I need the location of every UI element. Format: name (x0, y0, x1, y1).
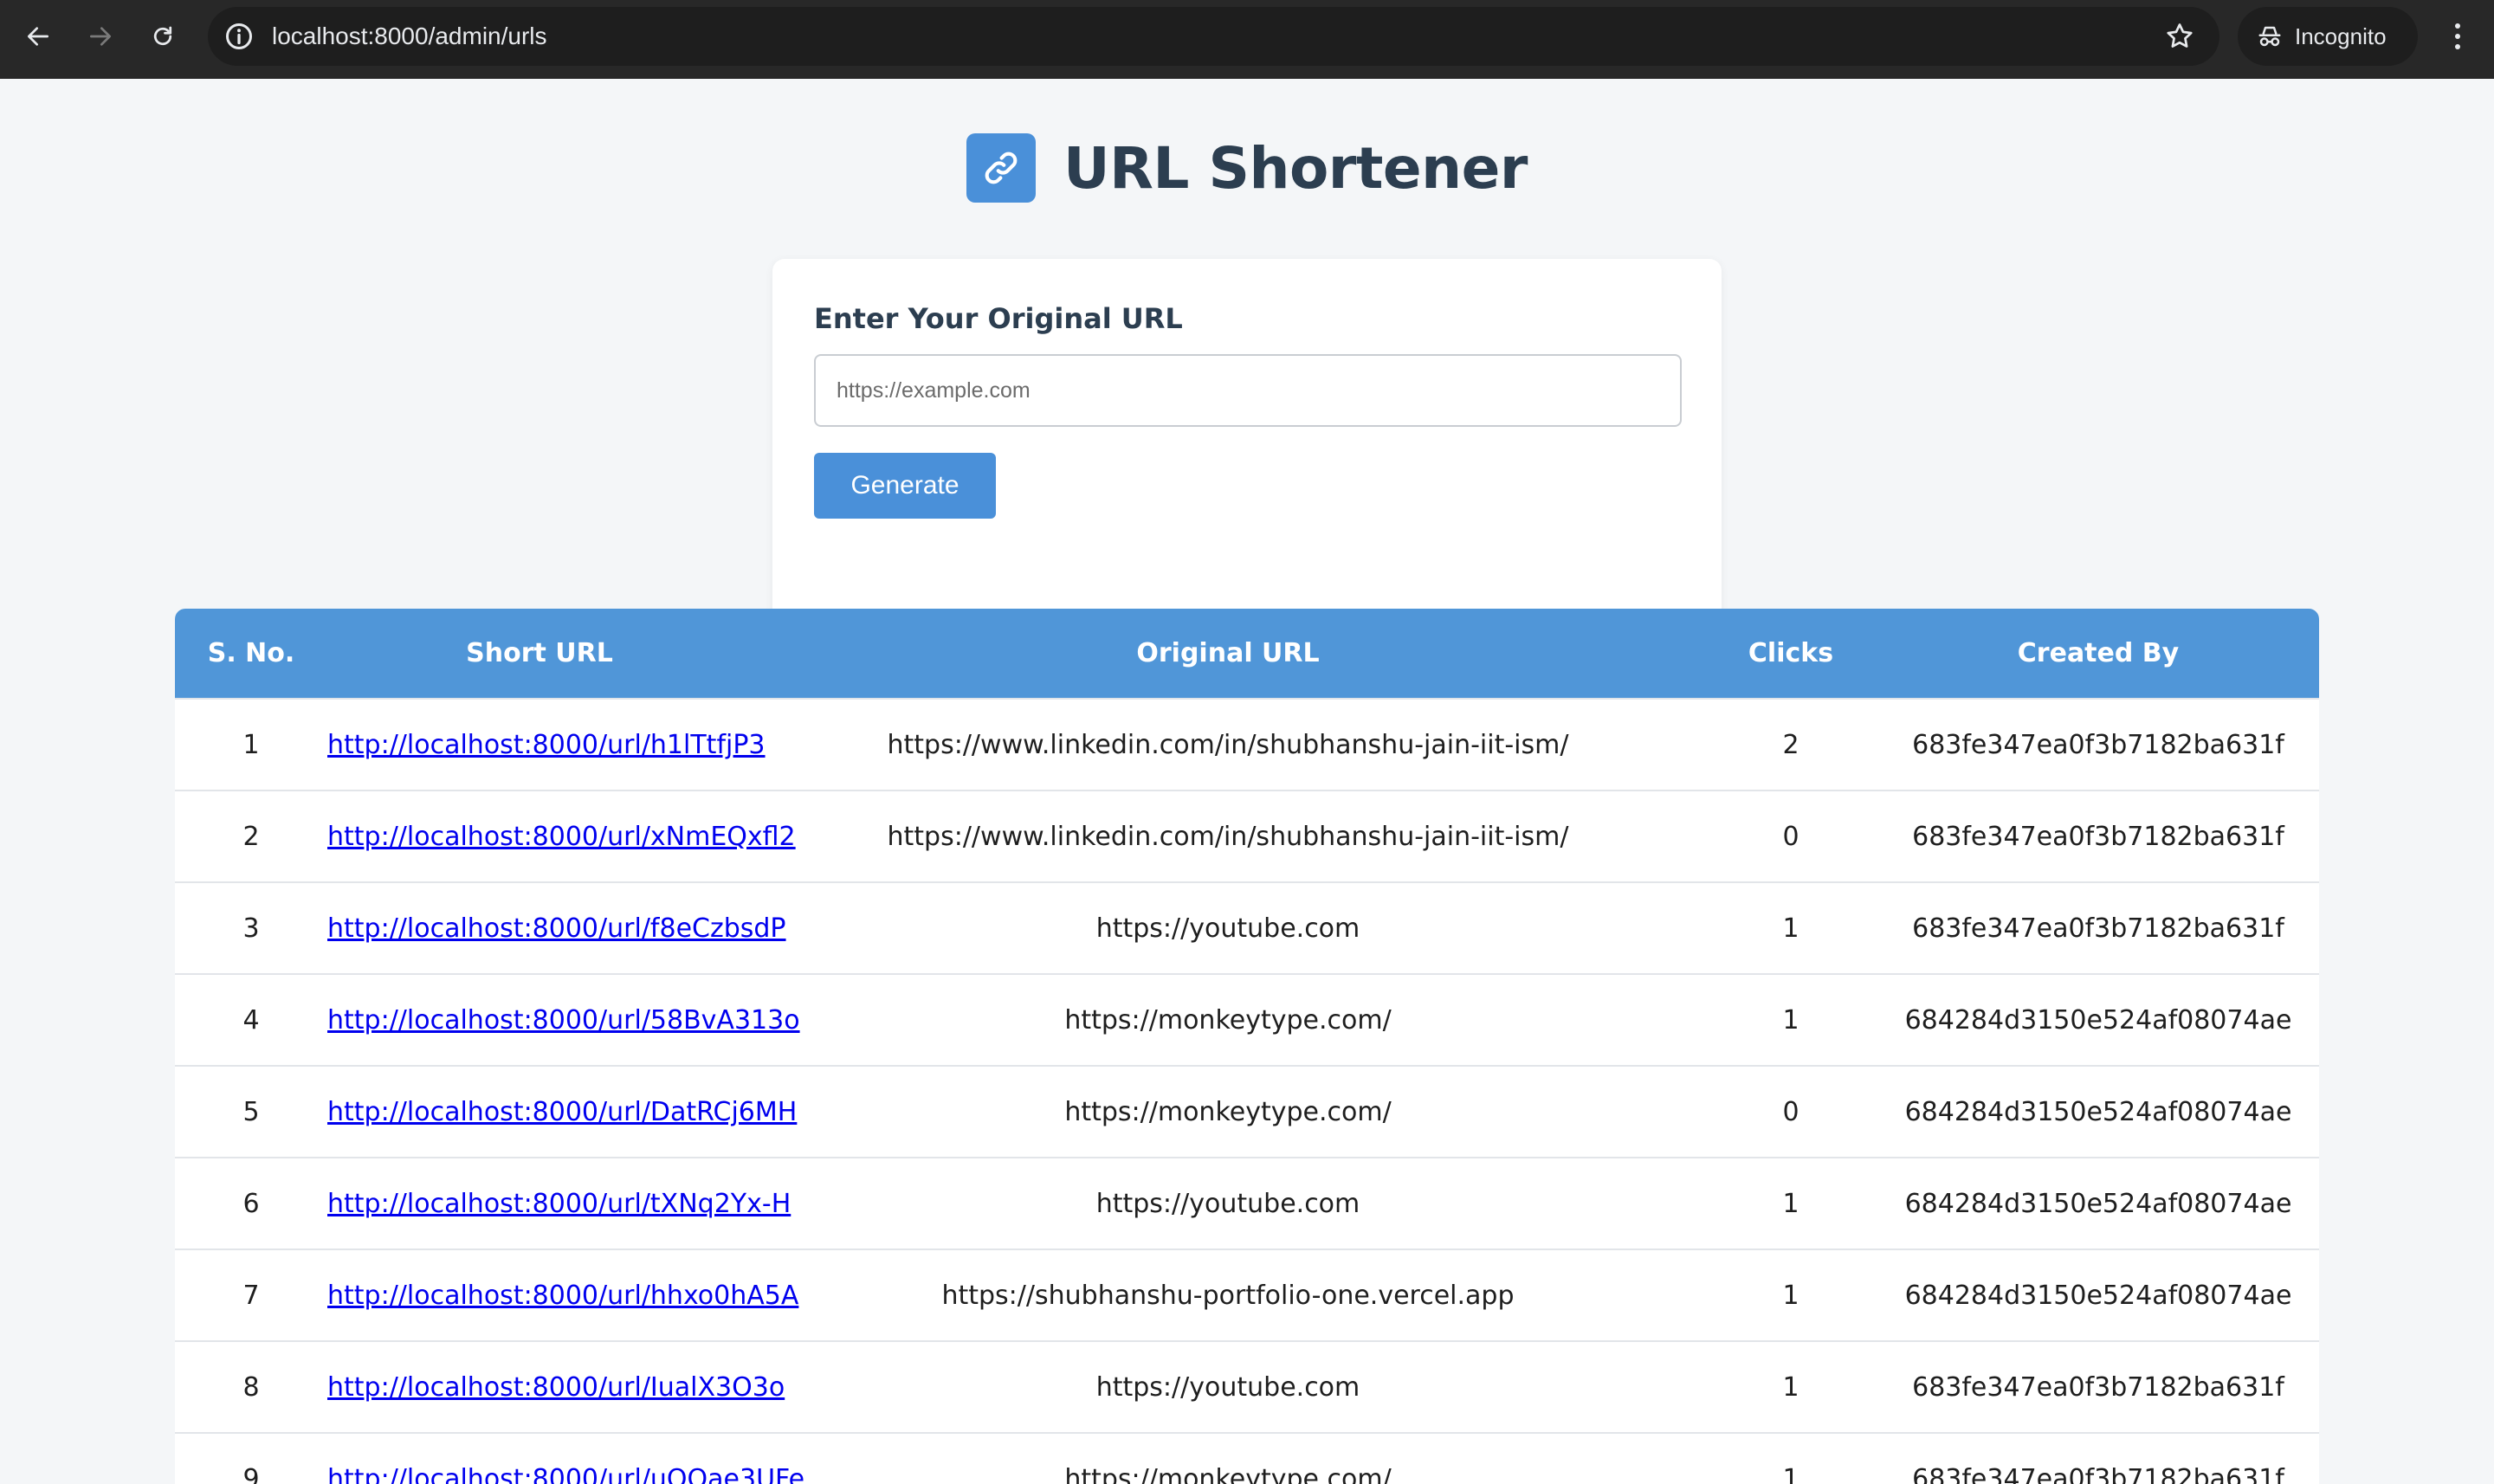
header-short-url: Short URL (327, 609, 752, 699)
logo (966, 133, 1036, 203)
cell-clicks: 0 (1704, 790, 1877, 882)
cell-short-url: http://localhost:8000/url/hhxo0hA5A (327, 1248, 798, 1341)
short-url-link[interactable]: http://localhost:8000/url/DatRCj6MH (327, 1097, 797, 1127)
info-icon[interactable] (223, 21, 255, 52)
short-url-link[interactable]: http://localhost:8000/url/xNmEQxfl2 (327, 822, 796, 852)
table-row: 6 http://localhost:8000/url/tXNq2Yx-H http… (175, 1157, 2319, 1249)
cell-short-url: http://localhost:8000/url/58BvA313o (327, 973, 800, 1066)
cell-original-url: https://monkeytype.com/ (752, 1432, 1704, 1484)
cell-original-url: https://shubhanshu-portfolio-one.vercel.… (752, 1248, 1704, 1341)
header-created-by: Created By (1877, 609, 2319, 699)
cell-original-url: https://www.linkedin.com/in/shubhanshu-j… (752, 790, 1704, 882)
cell-sno: 8 (175, 1340, 327, 1433)
star-icon[interactable] (2164, 21, 2195, 52)
table-row: 3 http://localhost:8000/url/f8eCzbsdP http… (175, 881, 2319, 974)
page-content: URL Shortener Enter Your Original URL Ge… (0, 79, 2494, 1484)
table-header-row: S. No. Short URL Original URL Clicks Created… (175, 609, 2319, 699)
back-button[interactable] (17, 16, 59, 57)
table-row: 2 http://localhost:8000/url/xNmEQxfl2 http… (175, 790, 2319, 882)
cell-short-url: http://localhost:8000/url/h1lTtfjP3 (327, 698, 766, 790)
cell-sno: 5 (175, 1065, 327, 1158)
short-url-link[interactable]: http://localhost:8000/url/hhxo0hA5A (327, 1281, 798, 1311)
cell-created-by: 684284d3150e524af08074ae (1877, 973, 2319, 1066)
browser-toolbar: localhost:8000/admin/urls Incognito (0, 0, 2494, 79)
reload-button[interactable] (142, 16, 184, 57)
cell-sno: 9 (175, 1432, 327, 1484)
header-clicks: Clicks (1704, 609, 1877, 699)
cell-original-url: https://monkeytype.com/ (752, 1065, 1704, 1158)
cell-created-by: 683fe347ea0f3b7182ba631f (1877, 1340, 2319, 1433)
cell-clicks: 2 (1704, 698, 1877, 790)
header-sno: S. No. (175, 609, 327, 699)
cell-sno: 1 (175, 698, 327, 790)
generate-button[interactable]: Generate (814, 453, 996, 519)
address-url[interactable]: localhost:8000/admin/urls (272, 7, 547, 66)
cell-short-url: http://localhost:8000/url/tXNq2Yx-H (327, 1157, 791, 1249)
cell-created-by: 683fe347ea0f3b7182ba631f (1877, 1432, 2319, 1484)
page-header: URL Shortener (0, 132, 2494, 203)
cell-created-by: 684284d3150e524af08074ae (1877, 1065, 2319, 1158)
link-icon (985, 152, 1018, 184)
short-url-link[interactable]: http://localhost:8000/url/h1lTtfjP3 (327, 730, 766, 760)
cell-original-url: https://www.linkedin.com/in/shubhanshu-j… (752, 698, 1704, 790)
table-row: 8 http://localhost:8000/url/IualX3O3o http… (175, 1340, 2319, 1433)
table-body: 1 http://localhost:8000/url/h1lTtfjP3 http… (175, 698, 2319, 1484)
incognito-label: Incognito (2295, 23, 2387, 49)
table-row: 9 http://localhost:8000/url/uOOae3UFe http… (175, 1432, 2319, 1484)
table-row: 7 http://localhost:8000/url/hhxo0hA5A http… (175, 1248, 2319, 1341)
cell-sno: 2 (175, 790, 327, 882)
cell-created-by: 683fe347ea0f3b7182ba631f (1877, 881, 2319, 974)
arrow-right-icon (90, 27, 111, 46)
cell-original-url: https://monkeytype.com/ (752, 973, 1704, 1066)
arrow-left-icon (28, 27, 48, 46)
reload-icon (153, 26, 172, 46)
header-original-url: Original URL (752, 609, 1704, 699)
cell-short-url: http://localhost:8000/url/uOOae3UFe (327, 1432, 804, 1484)
cell-clicks: 1 (1704, 1432, 1877, 1484)
cell-created-by: 684284d3150e524af08074ae (1877, 1157, 2319, 1249)
cell-original-url: https://youtube.com (752, 1157, 1704, 1249)
cell-clicks: 1 (1704, 1340, 1877, 1433)
cell-clicks: 1 (1704, 1248, 1877, 1341)
cell-clicks: 1 (1704, 1157, 1877, 1249)
short-url-link[interactable]: http://localhost:8000/url/IualX3O3o (327, 1372, 785, 1403)
cell-original-url: https://youtube.com (752, 881, 1704, 974)
short-url-link[interactable]: http://localhost:8000/url/58BvA313o (327, 1005, 800, 1036)
incognito-icon (2258, 26, 2281, 47)
cell-sno: 3 (175, 881, 327, 974)
table-row: 5 http://localhost:8000/url/DatRCj6MH http… (175, 1065, 2319, 1158)
table-row: 4 http://localhost:8000/url/58BvA313o http… (175, 973, 2319, 1066)
address-bar[interactable]: localhost:8000/admin/urls (208, 7, 2219, 66)
cell-created-by: 683fe347ea0f3b7182ba631f (1877, 790, 2319, 882)
cell-clicks: 0 (1704, 1065, 1877, 1158)
urls-table: S. No. Short URL Original URL Clicks Created… (175, 609, 2319, 1484)
cell-short-url: http://localhost:8000/url/DatRCj6MH (327, 1065, 797, 1158)
cell-short-url: http://localhost:8000/url/xNmEQxfl2 (327, 790, 796, 882)
table-row: 1 http://localhost:8000/url/h1lTtfjP3 http… (175, 698, 2319, 790)
page-title: URL Shortener (1063, 134, 1528, 202)
url-input[interactable] (814, 354, 1682, 427)
cell-created-by: 683fe347ea0f3b7182ba631f (1877, 698, 2319, 790)
cell-sno: 4 (175, 973, 327, 1066)
cell-short-url: http://localhost:8000/url/IualX3O3o (327, 1340, 785, 1433)
short-url-link[interactable]: http://localhost:8000/url/f8eCzbsdP (327, 913, 786, 944)
more-vertical-icon (2455, 23, 2460, 49)
cell-clicks: 1 (1704, 973, 1877, 1066)
incognito-badge[interactable]: Incognito (2238, 7, 2418, 66)
cell-short-url: http://localhost:8000/url/f8eCzbsdP (327, 881, 786, 974)
cell-sno: 7 (175, 1248, 327, 1341)
url-form-card: Enter Your Original URL Generate (772, 259, 1722, 631)
url-input-label: Enter Your Original URL (814, 302, 1183, 335)
cell-created-by: 684284d3150e524af08074ae (1877, 1248, 2319, 1341)
forward-button[interactable] (80, 16, 121, 57)
short-url-link[interactable]: http://localhost:8000/url/uOOae3UFe (327, 1464, 804, 1484)
cell-original-url: https://youtube.com (752, 1340, 1704, 1433)
cell-sno: 6 (175, 1157, 327, 1249)
cell-clicks: 1 (1704, 881, 1877, 974)
browser-menu-button[interactable] (2440, 16, 2475, 57)
short-url-link[interactable]: http://localhost:8000/url/tXNq2Yx-H (327, 1189, 791, 1219)
